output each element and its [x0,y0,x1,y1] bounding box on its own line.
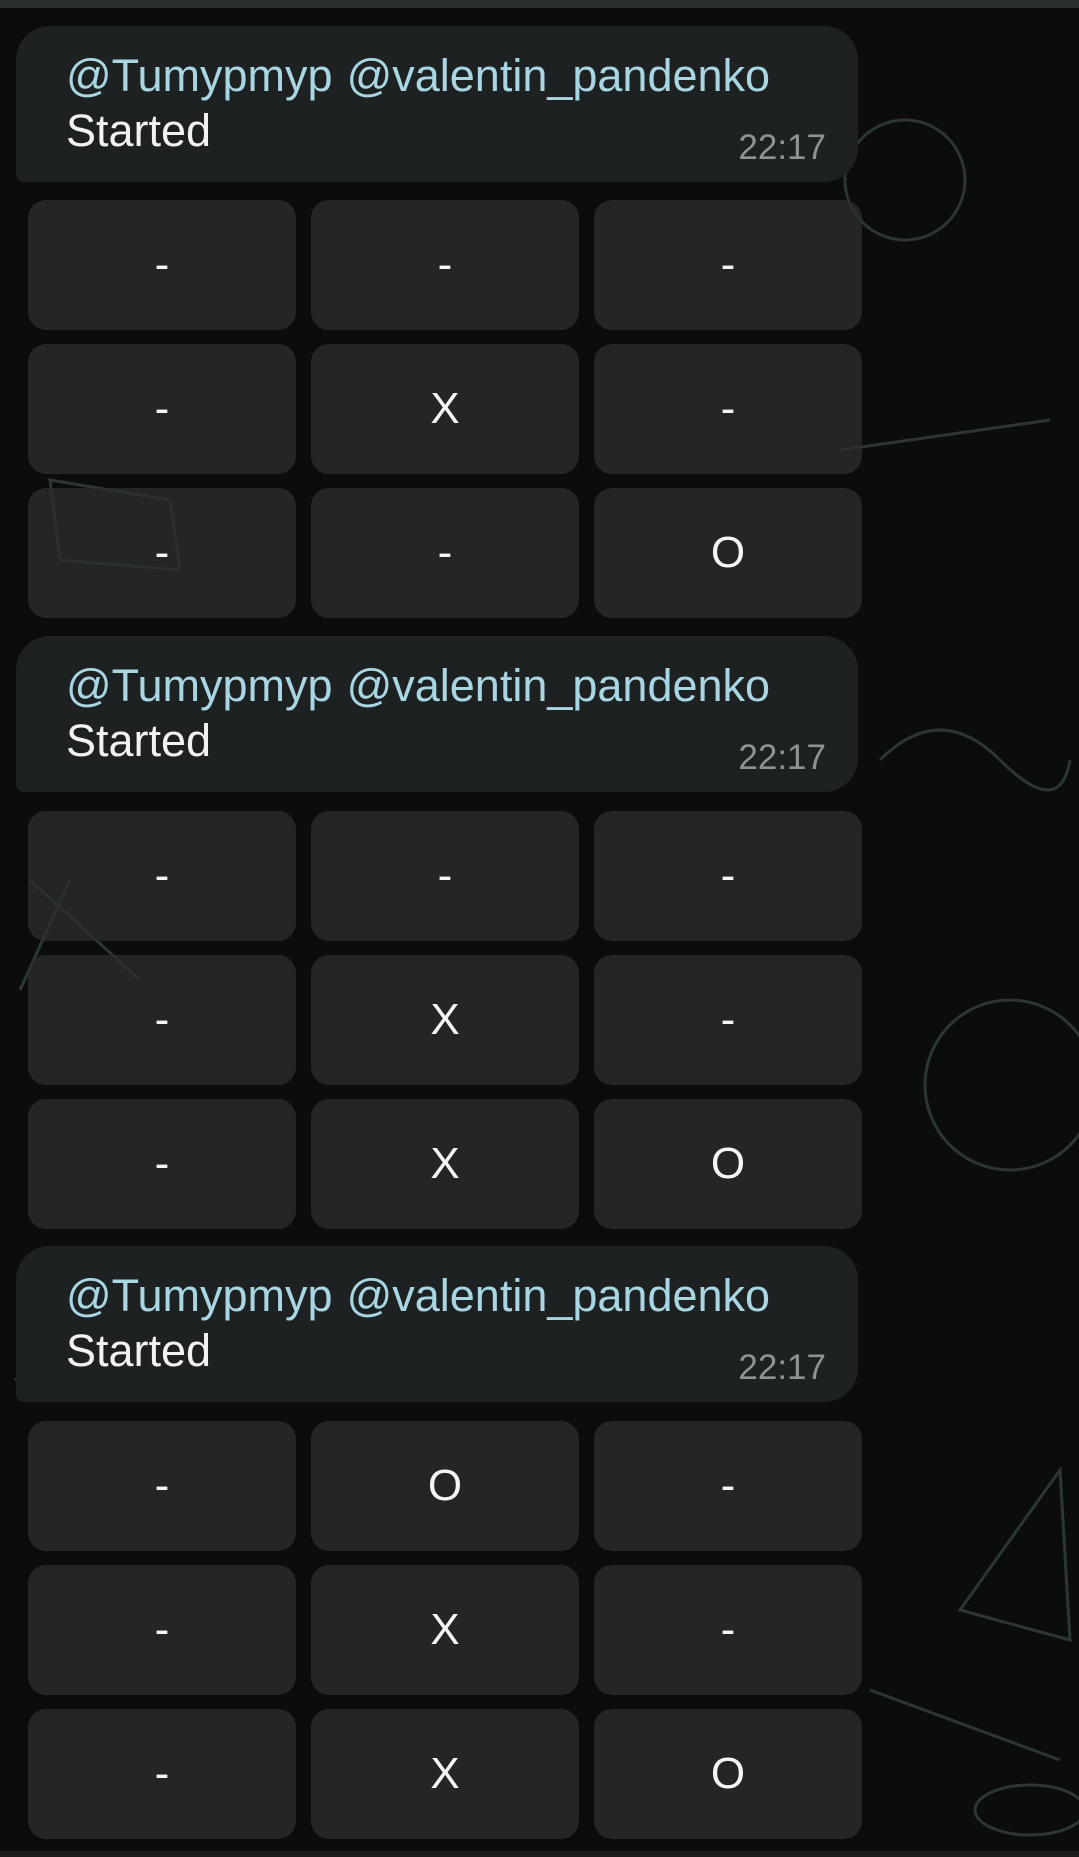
board-cell[interactable]: - [28,955,296,1085]
mention-line: @Tumypmyp @valentin_pandenko [66,48,828,103]
status-text: Started [66,715,212,766]
mention-link[interactable]: @Tumypmyp [66,50,333,101]
message-bubble: @Tumypmyp @valentin_pandenko Started 22:1… [16,26,858,182]
board-cell[interactable]: - [311,811,579,941]
board-cell[interactable]: - [594,811,862,941]
board-cell[interactable]: - [28,1565,296,1695]
board-cell[interactable]: - [28,811,296,941]
mention-link[interactable]: @valentin_pandenko [347,660,771,711]
board-cell[interactable]: O [594,1099,862,1229]
message-bubble: @Tumypmyp @valentin_pandenko Started 22:1… [16,636,858,792]
board-cell[interactable]: - [594,1565,862,1695]
board-cell[interactable]: X [311,1099,579,1229]
status-text: Started [66,105,212,156]
mention-link[interactable]: @valentin_pandenko [347,1270,771,1321]
bottom-edge [0,1851,1079,1857]
mention-line: @Tumypmyp @valentin_pandenko [66,1268,828,1323]
board-cell[interactable]: - [28,1709,296,1839]
board-cell[interactable]: - [594,344,862,474]
board-cell[interactable]: O [311,1421,579,1551]
board-cell[interactable]: - [311,488,579,618]
board-cell[interactable]: - [311,200,579,330]
status-text: Started [66,1325,212,1376]
message-bubble: @Tumypmyp @valentin_pandenko Started 22:1… [16,1246,858,1402]
board-cell[interactable]: - [594,955,862,1085]
mention-link[interactable]: @Tumypmyp [66,660,333,711]
board-cell[interactable]: X [311,344,579,474]
mention-link[interactable]: @valentin_pandenko [347,50,771,101]
board-cell[interactable]: - [594,1421,862,1551]
board-cell[interactable]: O [594,488,862,618]
board-cell[interactable]: - [28,200,296,330]
message-timestamp: 22:17 [738,128,826,167]
board-cell[interactable]: X [311,1709,579,1839]
message-timestamp: 22:17 [738,738,826,777]
board-cell[interactable]: - [28,488,296,618]
board-cell[interactable]: O [594,1709,862,1839]
board-cell[interactable]: X [311,1565,579,1695]
board-cell[interactable]: - [28,344,296,474]
message-timestamp: 22:17 [738,1348,826,1387]
board-cell[interactable]: - [28,1421,296,1551]
board-cell[interactable]: - [28,1099,296,1229]
board-cell[interactable]: - [594,200,862,330]
mention-link[interactable]: @Tumypmyp [66,1270,333,1321]
board-cell[interactable]: X [311,955,579,1085]
top-edge [0,0,1079,8]
mention-line: @Tumypmyp @valentin_pandenko [66,658,828,713]
